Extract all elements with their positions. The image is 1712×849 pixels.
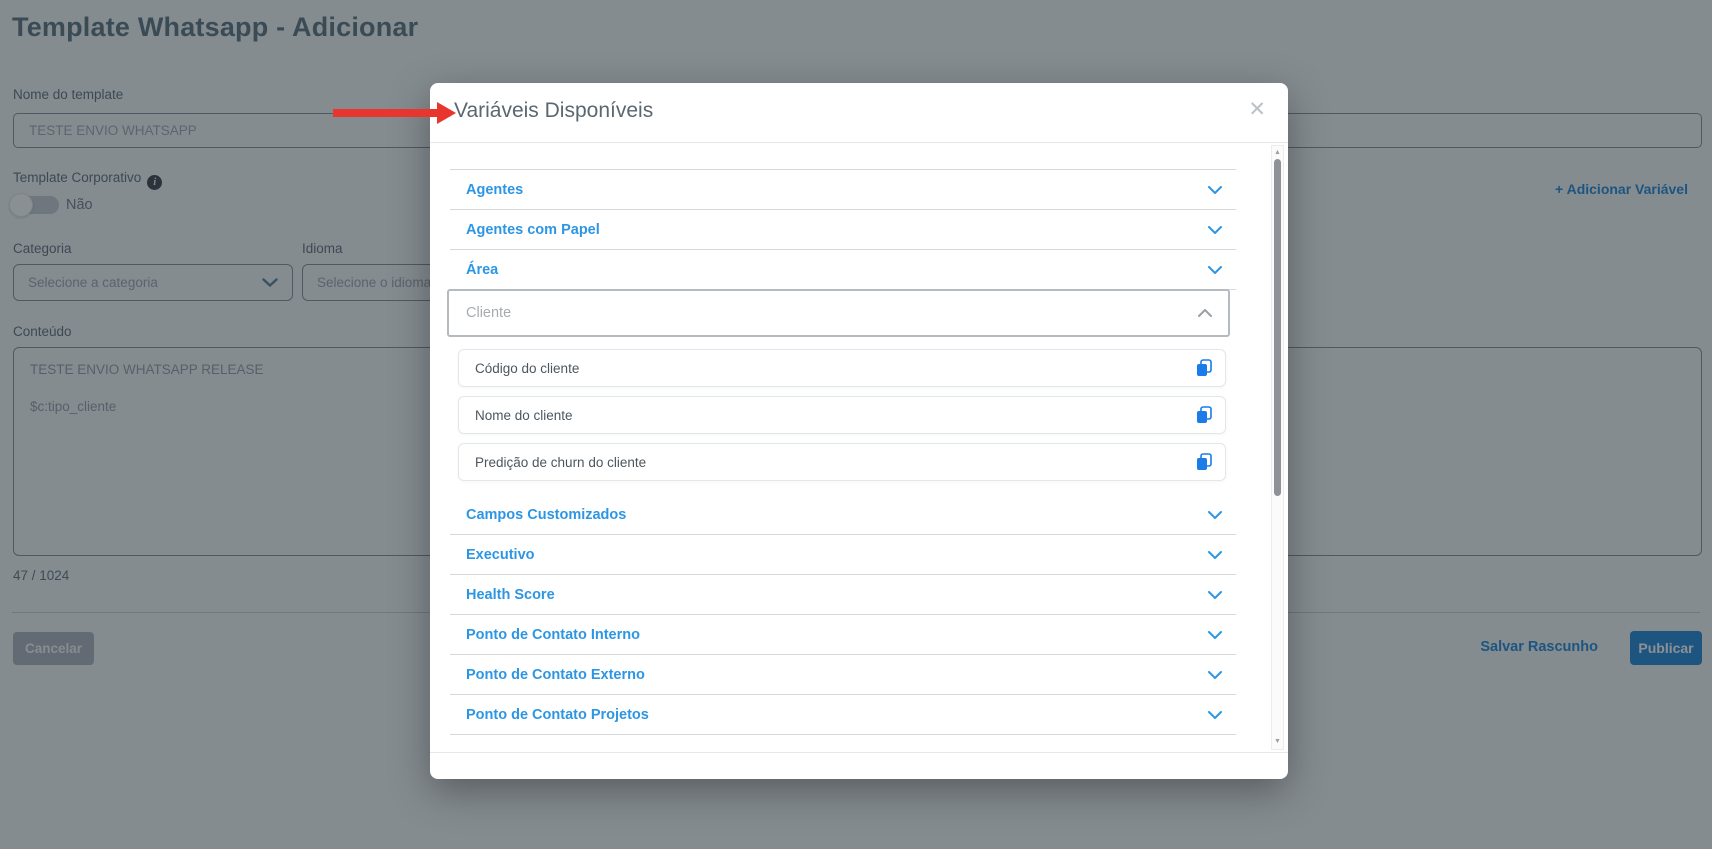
accordion-row-executivo[interactable]: Executivo [450,535,1236,575]
accordion-label: Executivo [466,547,535,563]
scroll-down-icon[interactable]: ▼ [1272,737,1283,747]
modal-header: Variáveis Disponíveis ✕ [430,83,1288,143]
accordion-label: Área [466,262,498,278]
accordion-group-list-top: Agentes Agentes com Papel Área [450,169,1236,290]
accordion-row-campos-customizados[interactable]: Campos Customizados [450,495,1236,535]
accordion-row-ponto-contato-externo[interactable]: Ponto de Contato Externo [450,655,1236,695]
accordion-row-ponto-contato-projetos[interactable]: Ponto de Contato Projetos [450,695,1236,735]
variable-label: Predição de churn do cliente [475,455,646,470]
chevron-down-icon [1208,221,1222,239]
chevron-down-icon [1208,706,1222,724]
chevron-down-icon [1208,586,1222,604]
accordion-row-cliente-expanded[interactable]: Cliente [447,289,1230,337]
variable-card-nome-do-cliente: Nome do cliente [458,396,1226,434]
accordion-label: Agentes com Papel [466,222,600,238]
accordion-label: Cliente [466,305,511,321]
copy-icon[interactable] [1196,406,1212,424]
close-icon[interactable]: ✕ [1248,99,1266,120]
screen: Template Whatsapp - Adicionar Nome do te… [0,0,1712,849]
copy-icon[interactable] [1196,453,1212,471]
chevron-up-icon [1198,304,1212,322]
modal-scrollbar[interactable]: ▲ ▼ [1271,145,1284,750]
chevron-down-icon [1208,666,1222,684]
modal-title: Variáveis Disponíveis [454,99,653,123]
scroll-up-icon[interactable]: ▲ [1272,148,1283,158]
accordion-label: Ponto de Contato Externo [466,667,645,683]
accordion-row-agentes[interactable]: Agentes [450,170,1236,210]
chevron-down-icon [1208,626,1222,644]
modal-body: Agentes Agentes com Papel Área Cliente C [430,143,1288,752]
variable-label: Código do cliente [475,361,579,376]
available-variables-modal: Variáveis Disponíveis ✕ Agentes Agentes … [430,83,1288,779]
accordion-label: Ponto de Contato Projetos [466,707,649,723]
chevron-down-icon [1208,261,1222,279]
accordion-row-ponto-contato-interno[interactable]: Ponto de Contato Interno [450,615,1236,655]
chevron-down-icon [1208,506,1222,524]
arrow-shaft [333,109,439,117]
accordion-row-agentes-com-papel[interactable]: Agentes com Papel [450,210,1236,250]
variable-card-codigo-do-cliente: Código do cliente [458,349,1226,387]
copy-icon[interactable] [1196,359,1212,377]
arrow-head-icon [437,102,456,124]
chevron-down-icon [1208,181,1222,199]
accordion-row-area[interactable]: Área [450,250,1236,290]
accordion-label: Health Score [466,587,555,603]
modal-footer-divider [430,752,1288,753]
scrollbar-thumb[interactable] [1274,159,1281,496]
accordion-group-list-bottom: Campos Customizados Executivo Health Sco… [450,495,1236,735]
accordion-label: Campos Customizados [466,507,626,523]
chevron-down-icon [1208,546,1222,564]
accordion-label: Agentes [466,182,523,198]
annotation-arrow [333,102,457,124]
accordion-label: Ponto de Contato Interno [466,627,640,643]
accordion-row-health-score[interactable]: Health Score [450,575,1236,615]
variable-card-predicao-churn: Predição de churn do cliente [458,443,1226,481]
variable-label: Nome do cliente [475,408,573,423]
